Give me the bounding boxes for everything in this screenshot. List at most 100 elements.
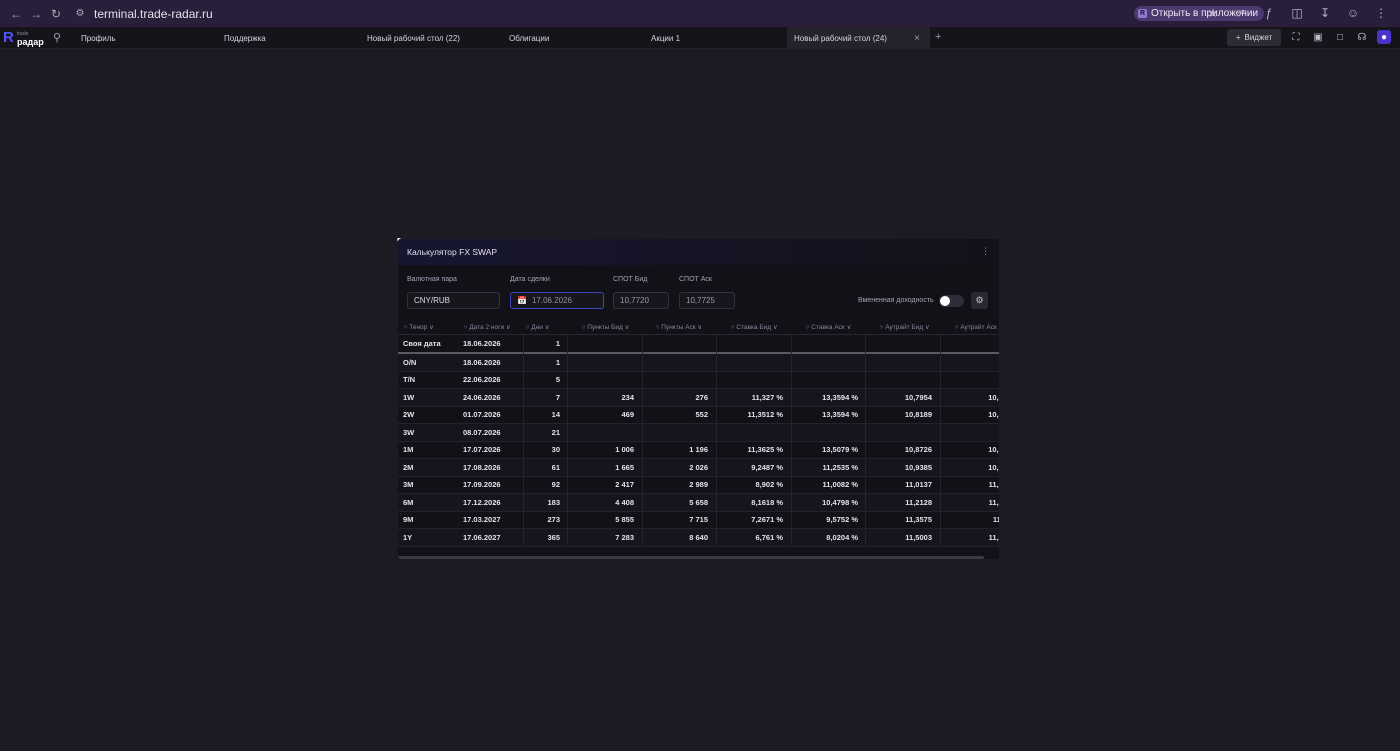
tab-desktop-22[interactable]: Новый рабочий стол (22) bbox=[367, 27, 460, 49]
sort-chevron-icon[interactable]: ∨ bbox=[696, 324, 702, 331]
column-header[interactable]: ▿Аутрайт Аск ∨ bbox=[955, 323, 999, 331]
extensions-icon[interactable]: ◫ bbox=[1288, 4, 1306, 22]
add-widget-button[interactable]: + Виджет bbox=[1227, 29, 1281, 46]
column-header[interactable]: ▿ Дни ∨ bbox=[526, 323, 549, 331]
sort-chevron-icon[interactable]: ∨ bbox=[543, 324, 550, 331]
column-header[interactable]: ▿ Дата 2 ноги ∨ bbox=[464, 323, 511, 331]
table-row[interactable]: 1Y 17.06.2027 365 7 283 8 640 6,761 % 8,0204 %… bbox=[398, 529, 999, 547]
close-icon[interactable]: × bbox=[914, 33, 920, 44]
table-cell: 8,1618 % bbox=[751, 497, 783, 507]
column-divider bbox=[523, 335, 524, 545]
address-bar[interactable]: ⚙ terminal.trade-radar.ru bbox=[74, 7, 213, 21]
table-cell bbox=[866, 335, 932, 352]
table-row[interactable]: T/N 22.06.2026 5 bbox=[398, 372, 999, 389]
table-cell bbox=[941, 335, 999, 352]
fullscreen-icon[interactable]: ⛶ bbox=[1289, 30, 1303, 44]
headset-icon[interactable]: ☊ bbox=[1355, 30, 1369, 44]
widget-header[interactable]: Калькулятор FX SWAP ⋮ bbox=[398, 239, 999, 265]
kebab-menu-icon[interactable]: ⋮ bbox=[981, 246, 990, 257]
sort-chevron-icon[interactable]: ∨ bbox=[923, 324, 930, 331]
filter-icon[interactable]: ▿ bbox=[806, 324, 809, 331]
table-row[interactable]: 3M 17.09.2026 92 2 417 2 989 8,902 % 11,0082 %… bbox=[398, 477, 999, 494]
table-cell: 1 665 bbox=[615, 462, 634, 472]
logo[interactable]: R trade радар bbox=[3, 30, 44, 47]
sort-chevron-icon[interactable]: ∨ bbox=[623, 324, 630, 331]
profile-icon[interactable]: ☺ bbox=[1344, 4, 1362, 22]
filter-icon[interactable]: ▿ bbox=[582, 324, 585, 331]
horizontal-scrollbar[interactable] bbox=[398, 556, 984, 559]
menu-icon[interactable]: ⋮ bbox=[1372, 4, 1390, 22]
table-cell bbox=[642, 354, 708, 371]
table-row[interactable]: 2M 17.08.2026 61 1 665 2 026 9,2487 % 11,2535 … bbox=[398, 459, 999, 477]
table-header: ▿ Тенор ∨ ▿ Дата 2 ноги ∨ ▿ Дни ∨ ▿ Пункты Бид … bbox=[398, 321, 999, 335]
filter-icon[interactable]: ▿ bbox=[880, 324, 883, 331]
table-row[interactable]: O/N 18.06.2026 1 bbox=[398, 354, 999, 372]
download-icon[interactable]: ↧ bbox=[1316, 4, 1334, 22]
tab-support[interactable]: Поддержка bbox=[224, 27, 266, 49]
spot-bid-input[interactable]: 10,7720 bbox=[613, 292, 669, 309]
sort-chevron-icon[interactable]: ∨ bbox=[997, 324, 1000, 331]
column-divider bbox=[791, 335, 792, 545]
tab-desktop-24[interactable]: Новый рабочий стол (24) × bbox=[787, 27, 930, 49]
custom-date-row[interactable]: Своя дата 18.06.2026 1 bbox=[398, 335, 999, 354]
column-header[interactable]: ▿ Ставка Бид ∨ bbox=[731, 323, 778, 331]
screen-icon[interactable]: ▣ bbox=[1311, 30, 1325, 44]
plus-icon: + bbox=[1235, 33, 1241, 42]
settings-gear-icon[interactable]: ⚙ bbox=[971, 292, 988, 309]
table-row[interactable]: 1W 24.06.2026 7 234 276 11,327 % 13,3594 % 10,7… bbox=[398, 389, 999, 407]
back-icon[interactable]: ← bbox=[6, 4, 26, 24]
table-cell: 273 bbox=[547, 515, 560, 525]
table-row[interactable]: 1M 17.07.2026 30 1 006 1 196 11,3625 % 13,5079… bbox=[398, 442, 999, 459]
sort-chevron-icon[interactable]: ∨ bbox=[771, 324, 778, 331]
filter-icon[interactable]: ▿ bbox=[731, 324, 734, 331]
spot-ask-input[interactable]: 10,7725 bbox=[679, 292, 735, 309]
tab-stocks-1[interactable]: Акции 1 bbox=[651, 27, 680, 49]
sort-chevron-icon[interactable]: ∨ bbox=[845, 324, 852, 331]
tab-bonds[interactable]: Облигации bbox=[509, 27, 549, 49]
column-header[interactable]: ▿ Аутрайт Бид ∨ bbox=[880, 323, 930, 331]
table-cell bbox=[568, 372, 634, 389]
column-header[interactable]: ▿ Ставка Аск ∨ bbox=[806, 323, 851, 331]
implied-yield-toggle[interactable] bbox=[939, 295, 964, 307]
filter-icon[interactable]: ▿ bbox=[464, 324, 467, 331]
site-settings-icon[interactable]: ⚙ bbox=[74, 8, 86, 20]
table-row[interactable]: 9M 17.03.2027 273 5 855 7 715 7,2671 % 9,5752 … bbox=[398, 512, 999, 529]
filter-icon[interactable]: ▿ bbox=[955, 324, 958, 331]
reload-icon[interactable]: ↻ bbox=[46, 4, 66, 24]
deal-date-input[interactable]: 📅 17.06.2026 bbox=[510, 292, 604, 309]
filter-icon[interactable]: ▿ bbox=[656, 324, 659, 331]
currency-pair-select[interactable]: CNY/RUB bbox=[407, 292, 500, 309]
forward-icon[interactable]: → bbox=[26, 4, 46, 24]
column-header[interactable]: ▿ Пункты Аск ∨ bbox=[656, 323, 702, 331]
function-icon[interactable]: ƒ bbox=[1260, 4, 1278, 22]
column-header-label: Тенор bbox=[409, 324, 428, 331]
sort-chevron-icon[interactable]: ∨ bbox=[504, 324, 511, 331]
table-cell: 11,3625 % bbox=[747, 445, 783, 455]
table-cell: 7 715 bbox=[689, 515, 708, 525]
table-cell: 17.03.2027 bbox=[463, 515, 501, 525]
bookmark-star-icon[interactable]: ★ bbox=[1204, 4, 1222, 22]
filter-icon[interactable]: ▿ bbox=[526, 324, 529, 331]
table-cell: 11,33 bbox=[988, 497, 999, 507]
user-icon[interactable]: ● bbox=[1377, 30, 1391, 44]
table-row[interactable]: 2W 01.07.2026 14 469 552 11,3512 % 13,3594 % 10… bbox=[398, 407, 999, 424]
pen-icon[interactable]: ↗ bbox=[1232, 4, 1250, 22]
column-header[interactable]: ▿ Тенор ∨ bbox=[404, 323, 434, 331]
column-header[interactable]: ▿ Пункты Бид ∨ bbox=[582, 323, 629, 331]
table-cell bbox=[568, 335, 634, 352]
toggle-knob bbox=[940, 296, 950, 306]
table-row[interactable]: 6M 17.12.2026 183 4 408 5 658 8,1618 % 10,4798… bbox=[398, 494, 999, 512]
chat-icon[interactable]: □ bbox=[1333, 30, 1347, 44]
tab-profile[interactable]: Профиль bbox=[81, 27, 116, 49]
table-cell: 3M bbox=[403, 480, 414, 490]
sort-chevron-icon[interactable]: ∨ bbox=[427, 324, 434, 331]
search-icon[interactable]: ⚲ bbox=[53, 31, 61, 44]
table-row[interactable]: 3W 08.07.2026 21 bbox=[398, 424, 999, 442]
filter-icon[interactable]: ▿ bbox=[404, 324, 407, 331]
column-header-label: Пункты Бид bbox=[587, 324, 623, 331]
table-cell: Своя дата bbox=[403, 339, 441, 348]
table-cell: 9,5752 % bbox=[826, 515, 858, 525]
table-body: Своя дата 18.06.2026 1 O/N 18.06.2026 1 T/N 22.… bbox=[398, 335, 999, 547]
url-text[interactable]: terminal.trade-radar.ru bbox=[94, 7, 213, 21]
add-tab-icon[interactable]: + bbox=[935, 31, 941, 43]
